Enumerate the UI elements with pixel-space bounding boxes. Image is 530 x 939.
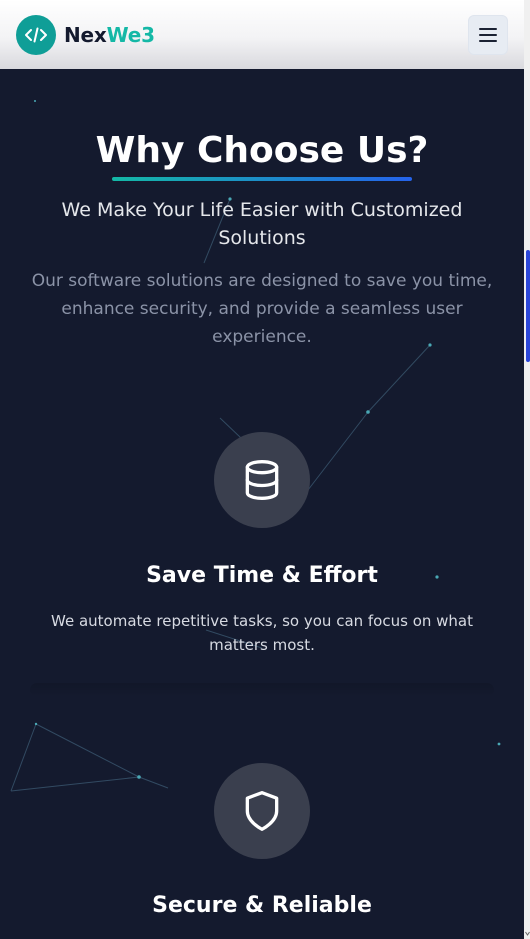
feature-title: Save Time & Effort bbox=[146, 563, 378, 588]
feature-description: We automate repetitive tasks, so you can… bbox=[51, 612, 473, 654]
section-title: Why Choose Us? bbox=[95, 130, 429, 171]
feature-title: Secure & Reliable bbox=[152, 893, 372, 918]
brand-name-part2: We3 bbox=[106, 22, 155, 47]
section-subtitle: We Make Your Life Easier with Customized… bbox=[61, 199, 463, 249]
brand-name-part1: Nex bbox=[64, 22, 107, 47]
section-description: Our software solutions are designed to s… bbox=[31, 271, 493, 347]
code-icon bbox=[16, 14, 56, 55]
page: NexWe3 Why Choose Us? We Make Your Life … bbox=[0, 0, 530, 939]
why-choose-us-section: Why Choose Us? We Make Your Life Easier … bbox=[0, 69, 524, 939]
card-divider bbox=[30, 683, 494, 697]
hamburger-menu-icon[interactable] bbox=[468, 14, 508, 55]
brand-logo-link[interactable]: NexWe3 bbox=[16, 14, 155, 55]
shield-icon bbox=[214, 763, 310, 859]
database-icon bbox=[214, 432, 310, 528]
scrollbar-track[interactable] bbox=[524, 0, 530, 939]
site-header: NexWe3 bbox=[0, 0, 524, 69]
brand-name: NexWe3 bbox=[64, 23, 155, 47]
title-underline bbox=[112, 177, 412, 181]
scroll-down-arrow-icon[interactable] bbox=[525, 929, 530, 937]
scrollbar-thumb[interactable] bbox=[526, 250, 530, 362]
